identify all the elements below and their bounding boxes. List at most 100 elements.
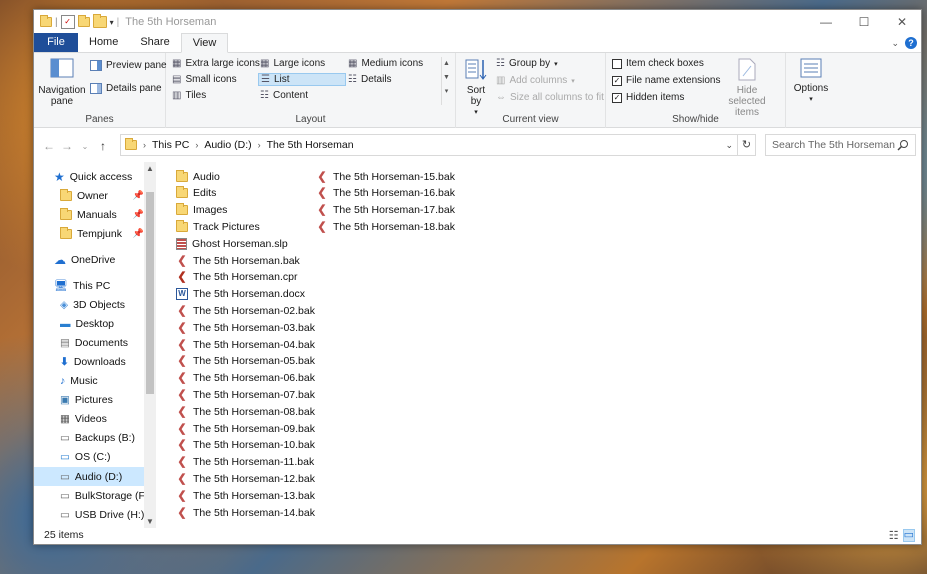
breadcrumb-audio-d[interactable]: Audio (D:) bbox=[204, 139, 251, 151]
nav-pc-item[interactable]: ▤ Documents bbox=[60, 333, 128, 352]
hidden-items-toggle[interactable]: ✓ Hidden items bbox=[612, 92, 684, 103]
details-view-icon[interactable]: ☷ bbox=[889, 529, 899, 542]
nav-pc-item[interactable]: ▭ Backups (B:) bbox=[60, 428, 135, 447]
minimize-button[interactable]: — bbox=[807, 10, 845, 34]
file-item[interactable]: ❮ The 5th Horseman-05.bak bbox=[176, 353, 315, 370]
navigation-pane-button[interactable]: Navigation pane bbox=[38, 58, 86, 107]
file-item[interactable]: Images bbox=[176, 202, 227, 219]
nav-pc-item[interactable]: ▭ USB Drive (H:) bbox=[60, 505, 144, 524]
nav-quick-item[interactable]: Manuals 📌 bbox=[60, 205, 144, 224]
file-item[interactable]: ❮ The 5th Horseman-08.bak bbox=[176, 403, 315, 420]
file-item[interactable]: ❮ The 5th Horseman.cpr bbox=[176, 269, 297, 286]
back-arrow-icon[interactable]: ← bbox=[40, 139, 58, 153]
sort-by-button[interactable]: Sort by ▾ bbox=[462, 58, 490, 118]
chevron-right-icon[interactable]: › bbox=[143, 140, 146, 150]
nav-pc-item[interactable]: ▬ Desktop bbox=[60, 314, 114, 333]
list-option[interactable]: ☰ List bbox=[258, 73, 346, 86]
nav-pc-item[interactable]: ▭ BulkStorage (F:) bbox=[60, 486, 151, 505]
chevron-right-icon[interactable]: › bbox=[195, 140, 198, 150]
search-input[interactable]: Search The 5th Horseman bbox=[765, 134, 916, 156]
tiles-option[interactable]: ▥ Tiles bbox=[172, 90, 206, 101]
file-item[interactable]: ❮ The 5th Horseman-12.bak bbox=[176, 470, 315, 487]
file-item[interactable]: ❮ The 5th Horseman-03.bak bbox=[176, 319, 315, 336]
file-item[interactable]: ❮ The 5th Horseman-04.bak bbox=[176, 336, 315, 353]
size-all-columns-button[interactable]: ⇔ Size all columns to fit bbox=[496, 92, 604, 103]
file-item[interactable]: ❮ The 5th Horseman-14.bak bbox=[176, 504, 315, 521]
file-item[interactable]: ❮ The 5th Horseman-15.bak bbox=[316, 168, 455, 185]
maximize-button[interactable]: ☐ bbox=[845, 10, 883, 34]
file-item[interactable]: W The 5th Horseman.docx bbox=[176, 286, 305, 303]
details-option[interactable]: ☷ Details bbox=[348, 74, 392, 85]
scroll-up-icon[interactable]: ▲ bbox=[144, 164, 156, 173]
small-icons-option[interactable]: ▤ Small icons bbox=[172, 74, 237, 85]
chevron-right-icon[interactable]: › bbox=[258, 140, 261, 150]
file-item[interactable]: Ghost Horseman.slp bbox=[176, 235, 288, 252]
file-item[interactable]: ❮ The 5th Horseman-06.bak bbox=[176, 370, 315, 387]
breadcrumb-this-pc[interactable]: This PC bbox=[152, 139, 189, 151]
file-name-extensions-checkbox[interactable]: ✓ bbox=[612, 75, 622, 86]
recent-chevron-icon[interactable]: ⌄ bbox=[76, 142, 94, 151]
file-item[interactable]: ❮ The 5th Horseman-11.bak bbox=[176, 454, 314, 471]
close-button[interactable]: ✕ bbox=[883, 10, 921, 34]
large-icons-option[interactable]: ▦ Large icons bbox=[260, 58, 325, 69]
nav-pc-item[interactable]: ▦ Videos bbox=[60, 409, 107, 428]
extra-large-icons-option[interactable]: ▦ Extra large icons bbox=[172, 58, 260, 69]
nav-quick-item[interactable]: Tempjunk 📌 bbox=[60, 224, 144, 243]
nav-scrollbar[interactable]: ▲ ▼ bbox=[144, 162, 156, 528]
file-item[interactable]: ❮ The 5th Horseman-18.bak bbox=[316, 218, 455, 235]
address-dropdown-icon[interactable]: ⌄ bbox=[725, 140, 733, 151]
tab-view[interactable]: View bbox=[180, 33, 229, 53]
content-option[interactable]: ☷ Content bbox=[260, 90, 308, 101]
forward-arrow-icon[interactable]: → bbox=[58, 139, 76, 153]
nav-pc-item[interactable]: ♪ Music bbox=[60, 371, 98, 390]
options-button[interactable]: Options ▾ bbox=[792, 58, 830, 105]
up-arrow-icon[interactable]: ↑ bbox=[94, 139, 112, 153]
scroll-down-icon[interactable]: ▼ bbox=[144, 517, 156, 526]
nav-quick-access[interactable]: ★ Quick access bbox=[54, 167, 132, 186]
nav-quick-item[interactable]: Owner 📌 bbox=[60, 186, 144, 205]
file-item[interactable]: ❮ The 5th Horseman-13.bak bbox=[176, 487, 315, 504]
tab-home[interactable]: Home bbox=[78, 33, 129, 52]
scrollbar-thumb[interactable] bbox=[146, 192, 154, 394]
tab-share[interactable]: Share bbox=[129, 33, 180, 52]
add-columns-button[interactable]: ▥ Add columns ▾ bbox=[496, 75, 575, 86]
file-name-extensions-toggle[interactable]: ✓ File name extensions bbox=[612, 75, 721, 86]
details-pane-button[interactable]: Details pane bbox=[90, 83, 162, 94]
preview-pane-button[interactable]: Preview pane bbox=[90, 60, 167, 71]
group-by-button[interactable]: ☷ Group by ▾ bbox=[496, 58, 558, 69]
nav-onedrive[interactable]: ☁ OneDrive bbox=[54, 250, 115, 269]
file-item[interactable]: ❮ The 5th Horseman-07.bak bbox=[176, 386, 315, 403]
large-icons-view-icon[interactable]: ▭ bbox=[902, 529, 915, 542]
file-item[interactable]: ❮ The 5th Horseman-09.bak bbox=[176, 420, 315, 437]
medium-icons-option[interactable]: ▦ Medium icons bbox=[348, 58, 423, 69]
nav-pc-item-selected[interactable]: ▭ Audio (D:) bbox=[34, 467, 144, 486]
tab-file[interactable]: File bbox=[34, 33, 78, 52]
address-bar[interactable]: › This PC › Audio (D:) › The 5th Horsema… bbox=[120, 134, 756, 156]
search-icon[interactable] bbox=[897, 139, 909, 151]
file-item[interactable]: ❮ The 5th Horseman.bak bbox=[176, 252, 299, 269]
nav-this-pc[interactable]: 🖥 This PC bbox=[54, 276, 110, 295]
file-item[interactable]: Audio bbox=[176, 168, 220, 185]
file-item[interactable]: ❮ The 5th Horseman-17.bak bbox=[316, 202, 455, 219]
hidden-items-checkbox[interactable]: ✓ bbox=[612, 92, 622, 103]
breadcrumb-current-folder[interactable]: The 5th Horseman bbox=[267, 139, 354, 151]
hide-selected-items-button[interactable]: Hide selected items bbox=[718, 58, 776, 118]
file-item[interactable]: ❮ The 5th Horseman-16.bak bbox=[316, 185, 455, 202]
refresh-icon[interactable]: ↻ bbox=[737, 135, 755, 155]
nav-pc-item[interactable]: ⬇ Downloads bbox=[60, 352, 126, 371]
layout-scroll[interactable]: ▲ ▼ ▾ bbox=[441, 57, 451, 105]
file-item[interactable]: Edits bbox=[176, 185, 216, 202]
file-item[interactable]: ❮ The 5th Horseman-02.bak bbox=[176, 302, 315, 319]
item-check-boxes-checkbox[interactable] bbox=[612, 58, 622, 69]
item-check-boxes-toggle[interactable]: Item check boxes bbox=[612, 58, 704, 69]
help-icon[interactable]: ? bbox=[905, 37, 917, 49]
chevron-down-icon[interactable]: ▾ bbox=[110, 18, 114, 27]
file-item[interactable]: Track Pictures bbox=[176, 218, 260, 235]
file-item[interactable]: ❮ The 5th Horseman-10.bak bbox=[176, 437, 315, 454]
properties-icon[interactable]: ✓ bbox=[60, 15, 75, 29]
chevron-down-icon[interactable]: ⌄ bbox=[891, 38, 899, 49]
new-folder-icon[interactable] bbox=[77, 15, 90, 27]
nav-pc-item[interactable]: ▭ OS (C:) bbox=[60, 447, 111, 466]
nav-pc-item[interactable]: ◈ 3D Objects bbox=[60, 295, 125, 314]
nav-pc-item[interactable]: ▣ Pictures bbox=[60, 390, 113, 409]
